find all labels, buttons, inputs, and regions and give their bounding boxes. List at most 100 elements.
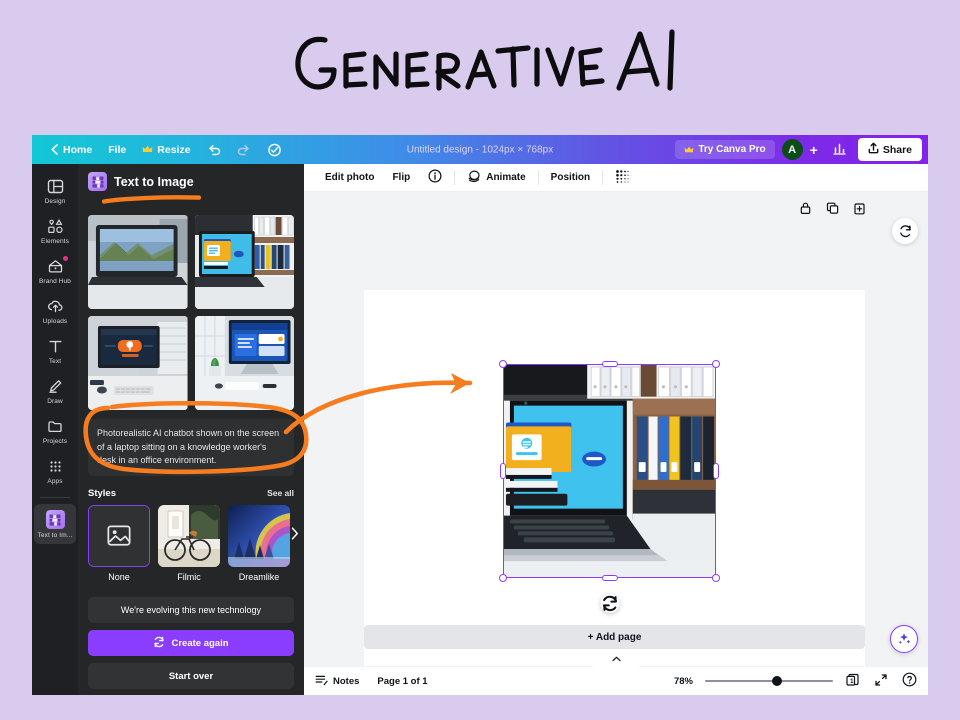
resize-handle-left[interactable] <box>500 463 506 479</box>
generated-image-thumbnail[interactable] <box>195 215 295 309</box>
sidebar-item-projects[interactable]: Projects <box>34 412 76 450</box>
resize-handle-bl[interactable] <box>499 574 507 582</box>
panel-header: Text to Image <box>88 172 294 191</box>
style-label: Dreamlike <box>228 572 290 582</box>
evolving-notice[interactable]: We're evolving this new technology <box>88 597 294 623</box>
top-toolbar: Home File Resize Untitled design - 1 <box>32 135 928 164</box>
undo-button[interactable] <box>199 141 229 159</box>
resize-handle-tr[interactable] <box>712 360 720 368</box>
design-page[interactable] <box>364 290 865 666</box>
transparency-button[interactable] <box>606 169 639 187</box>
generated-image-thumbnail[interactable] <box>88 316 188 410</box>
uploads-icon <box>47 298 64 315</box>
resize-handle-right[interactable] <box>713 463 719 479</box>
prompt-input[interactable]: Photorealistic AI chatbot shown on the s… <box>88 419 294 476</box>
add-page-button[interactable]: + Add page <box>364 625 865 649</box>
resize-handle-bottom[interactable] <box>602 575 618 581</box>
zoom-level-label[interactable]: 78% <box>674 676 693 687</box>
magic-refresh-button[interactable] <box>892 218 918 244</box>
style-thumbnail[interactable] <box>88 505 150 567</box>
zoom-knob[interactable] <box>772 676 782 686</box>
left-rail: Design Elements Brand Hub Uploads Text <box>32 164 78 695</box>
sidebar-item-uploads[interactable]: Uploads <box>34 292 76 330</box>
selected-image[interactable] <box>503 364 716 578</box>
info-icon <box>428 169 442 186</box>
toolbar-divider <box>454 170 455 185</box>
redo-button[interactable] <box>229 141 259 159</box>
rotate-handle[interactable] <box>600 594 619 613</box>
position-button[interactable]: Position <box>542 172 599 183</box>
share-button[interactable]: Share <box>858 138 922 161</box>
cloud-saved-button[interactable] <box>259 140 290 160</box>
try-canva-pro-button[interactable]: Try Canva Pro <box>675 140 774 159</box>
resize-handle-top[interactable] <box>602 361 618 367</box>
create-again-button[interactable]: Create again <box>88 630 294 656</box>
home-button[interactable]: Home <box>42 141 100 159</box>
zoom-slider[interactable] <box>705 675 833 687</box>
info-button[interactable] <box>419 169 451 186</box>
stats-button[interactable] <box>825 142 854 158</box>
sidebar-item-elements[interactable]: Elements <box>34 212 76 250</box>
sidebar-item-brand-hub[interactable]: Brand Hub <box>34 252 76 290</box>
object-toolbar: Edit photo Flip Animate <box>304 164 928 192</box>
projects-icon <box>47 418 64 435</box>
design-icon <box>47 178 64 195</box>
style-thumbnail[interactable] <box>158 505 220 567</box>
sidebar-item-apps[interactable]: Apps <box>34 452 76 490</box>
share-label: Share <box>883 144 912 156</box>
page-indicator[interactable]: Page 1 of 1 <box>377 676 427 687</box>
panel-actions: We're evolving this new technology Creat… <box>88 597 294 689</box>
sidebar-item-draw[interactable]: Draw <box>34 372 76 410</box>
magic-sparkle-button[interactable] <box>890 625 918 653</box>
sidebar-item-label: Text to Im... <box>38 532 73 539</box>
help-icon[interactable] <box>902 672 917 690</box>
flip-button[interactable]: Flip <box>383 172 419 183</box>
see-all-styles-link[interactable]: See all <box>267 488 294 498</box>
generated-image-thumbnail[interactable] <box>88 215 188 309</box>
create-again-label: Create again <box>171 638 228 649</box>
add-to-folder-icon[interactable] <box>853 201 866 220</box>
style-option-dreamlike[interactable]: Dreamlike <box>228 505 290 582</box>
sidebar-item-design[interactable]: Design <box>34 172 76 210</box>
annotation-underline <box>102 195 202 204</box>
notes-button[interactable]: Notes <box>315 674 359 689</box>
zoom-track <box>705 680 833 682</box>
rail-divider <box>40 497 70 498</box>
style-label: Filmic <box>158 572 220 582</box>
style-option-filmic[interactable]: Filmic <box>158 505 220 582</box>
sidebar-item-text[interactable]: Text <box>34 332 76 370</box>
sidebar-item-text-to-image[interactable]: Text to Im... <box>34 504 76 544</box>
style-option-none[interactable]: None <box>88 505 150 582</box>
file-menu-button[interactable]: File <box>100 141 134 159</box>
duplicate-icon[interactable] <box>826 201 839 220</box>
animate-button[interactable]: Animate <box>458 169 534 186</box>
flip-label: Flip <box>392 172 410 183</box>
page-title <box>0 18 960 110</box>
resize-handle-br[interactable] <box>712 574 720 582</box>
crown-icon <box>684 146 694 154</box>
add-collaborator-button[interactable]: + <box>803 142 825 158</box>
avatar[interactable]: A <box>782 139 803 160</box>
collapse-panel-toggle[interactable] <box>593 656 639 667</box>
draw-icon <box>47 378 64 395</box>
animate-label: Animate <box>486 172 525 183</box>
notes-label: Notes <box>333 676 359 687</box>
resize-handle-tl[interactable] <box>499 360 507 368</box>
fullscreen-icon[interactable] <box>874 673 888 690</box>
resize-label: Resize <box>157 144 190 156</box>
sidebar-item-label: Elements <box>41 238 69 245</box>
styles-carousel: None <box>88 505 294 582</box>
page-count-icon[interactable]: 1 <box>845 672 860 690</box>
generated-image-thumbnail[interactable] <box>195 316 295 410</box>
edit-photo-button[interactable]: Edit photo <box>316 172 383 183</box>
sidebar-item-label: Text <box>49 358 61 365</box>
sidebar-item-label: Apps <box>47 478 62 485</box>
resize-button[interactable]: Resize <box>134 141 198 159</box>
lock-icon[interactable] <box>799 201 812 220</box>
generated-results-grid <box>88 215 294 410</box>
chevron-right-icon[interactable] <box>291 527 299 543</box>
document-title[interactable]: Untitled design - 1024px × 768px <box>407 144 554 155</box>
style-thumbnail[interactable] <box>228 505 290 567</box>
crown-icon <box>142 145 153 154</box>
start-over-button[interactable]: Start over <box>88 663 294 689</box>
